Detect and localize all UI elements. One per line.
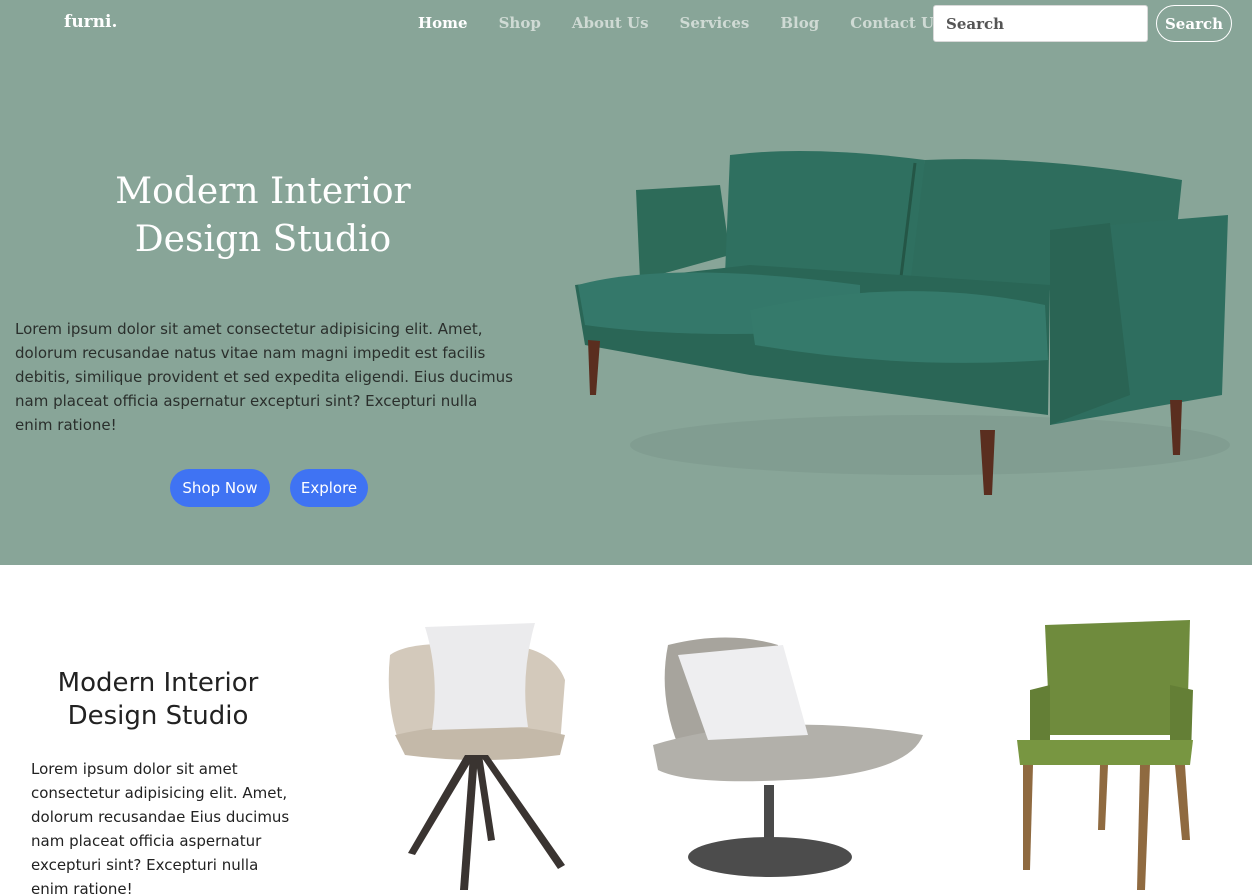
hero-title-line-2: Design Studio [134,219,392,260]
nav-shop[interactable]: Shop [499,14,541,32]
nav-home[interactable]: Home [418,14,468,32]
section-title-line-2: Design Studio [67,701,249,731]
hero-section: furni. Home Shop About Us Services Blog … [0,0,1252,565]
search-input[interactable] [933,5,1148,42]
main-nav: Home Shop About Us Services Blog Contact… [418,14,974,32]
green-chair-image [1017,620,1193,890]
explore-button[interactable]: Explore [290,469,368,507]
hero-title: Modern Interior Design Studio [80,168,446,264]
green-sofa-image [575,151,1230,495]
grey-lounge-chair-image [653,637,923,877]
nav-about-us[interactable]: About Us [572,14,649,32]
search-button[interactable]: Search [1156,5,1232,42]
nav-services[interactable]: Services [680,14,750,32]
shop-now-button[interactable]: Shop Now [170,469,270,507]
section-title-line-1: Modern Interior [57,668,259,698]
nav-contact-us[interactable]: Contact Us [850,14,942,32]
hero-description: Lorem ipsum dolor sit amet consectetur a… [15,320,513,434]
beige-armchair-image [388,623,565,890]
nav-blog[interactable]: Blog [780,14,819,32]
section-title: Modern Interior Design Studio [30,667,286,733]
section-description: Lorem ipsum dolor sit amet consectetur a… [31,760,290,895]
brand-logo[interactable]: furni. [64,12,117,32]
hero-title-line-1: Modern Interior [115,171,411,212]
